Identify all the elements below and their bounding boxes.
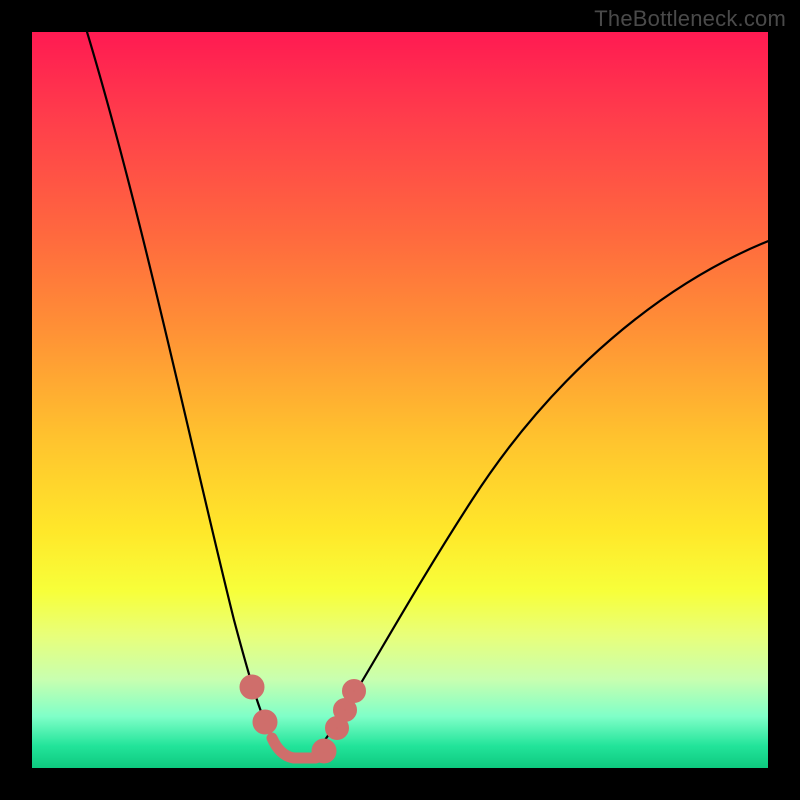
sweet-spot-markers <box>245 680 361 758</box>
curve-layer <box>32 32 768 768</box>
chart-plot-area <box>32 32 768 768</box>
watermark-text: TheBottleneck.com <box>594 6 786 32</box>
chart-outer-frame: TheBottleneck.com <box>0 0 800 800</box>
curve-left-branch <box>84 32 276 744</box>
curve-right-branch <box>322 238 768 744</box>
